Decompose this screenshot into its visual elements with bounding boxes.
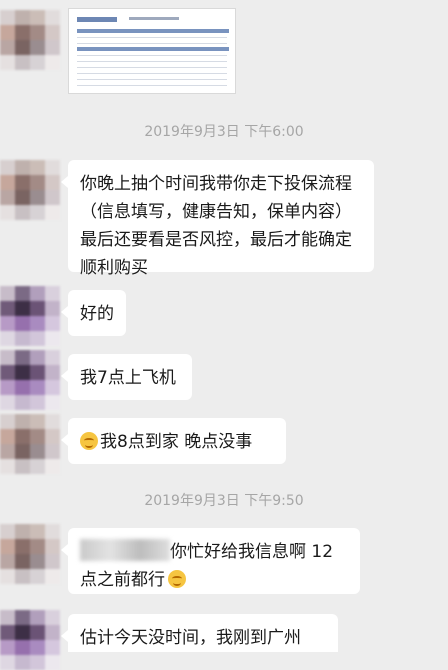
timestamp: 2019年9月3日 下午9:50: [144, 493, 304, 509]
image-table-header: [77, 29, 229, 33]
image-gridline: [77, 43, 227, 44]
redacted-name: [80, 539, 170, 561]
image-gridline: [77, 85, 227, 86]
message-bubble[interactable]: 我7点上飞机: [61, 354, 192, 400]
message-text: 我8点到家 晚点没事: [100, 432, 253, 452]
image-table-header: [77, 47, 229, 51]
user-avatar[interactable]: [0, 350, 60, 410]
message-text: 你晚上抽个时间我带你走下投保流程（信息填写，健康告知，保单内容）最后还要看是否风…: [80, 174, 352, 278]
user-avatar[interactable]: [0, 286, 60, 346]
timestamp: 2019年9月3日 下午6:00: [144, 124, 304, 140]
image-gridline: [77, 73, 227, 74]
contact-avatar[interactable]: [0, 10, 60, 70]
image-gridline: [77, 55, 227, 56]
image-title: [129, 17, 179, 20]
message-bubble[interactable]: 你晚上抽个时间我带你走下投保流程（信息填写，健康告知，保单内容）最后还要看是否风…: [61, 160, 374, 278]
contact-avatar[interactable]: [0, 524, 60, 584]
image-logo: [77, 17, 117, 22]
image-gridline: [77, 79, 227, 80]
message-bubble[interactable]: 好的: [61, 290, 126, 336]
smiley-emoji-icon: [168, 570, 186, 588]
image-gridline: [77, 67, 227, 68]
image-gridline: [77, 61, 227, 62]
smiley-emoji-icon: [80, 432, 98, 450]
message-bubble[interactable]: 估计今天没时间，我刚到广州: [61, 614, 338, 652]
contact-avatar[interactable]: [0, 414, 60, 474]
message-bubble[interactable]: 你忙好给我信息啊 12点之前都行: [61, 528, 360, 594]
contact-avatar[interactable]: [0, 160, 60, 220]
message-bubble[interactable]: 我8点到家 晚点没事: [61, 418, 286, 464]
shared-image-thumbnail[interactable]: [68, 8, 236, 94]
image-gridline: [77, 37, 227, 38]
message-text: 好的: [80, 304, 114, 324]
user-avatar[interactable]: [0, 610, 60, 670]
message-text: 估计今天没时间，我刚到广州: [80, 628, 301, 648]
message-text: 我7点上飞机: [80, 368, 176, 388]
